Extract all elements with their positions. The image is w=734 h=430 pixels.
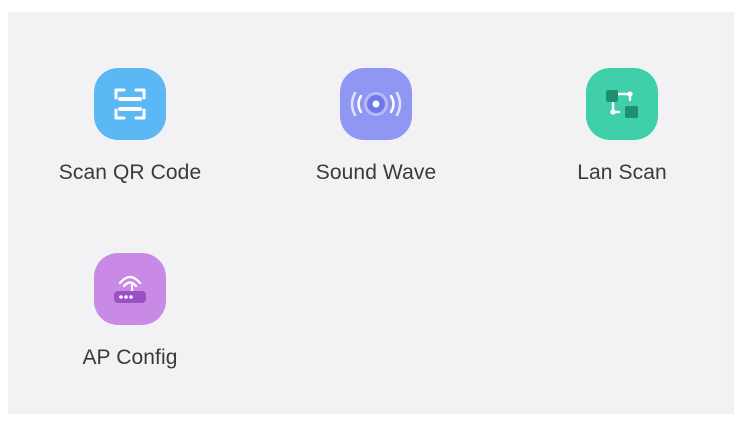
sound-wave-icon <box>340 68 412 140</box>
lan-scan-option[interactable]: Lan Scan <box>522 68 722 208</box>
pairing-method-panel: Scan QR Code Sound Wave Lan Scan AP Conf… <box>8 12 734 414</box>
sound-wave-option[interactable]: Sound Wave <box>276 68 476 208</box>
sound-wave-label: Sound Wave <box>315 161 437 184</box>
scan-qr-code-option[interactable]: Scan QR Code <box>30 68 230 208</box>
lan-scan-icon <box>586 68 658 140</box>
ap-config-option[interactable]: AP Config <box>30 253 230 393</box>
lan-scan-label: Lan Scan <box>577 161 667 184</box>
router-icon <box>94 253 166 325</box>
qr-scan-icon <box>94 68 166 140</box>
ap-config-label: AP Config <box>82 346 178 369</box>
scan-qr-code-label: Scan QR Code <box>58 161 202 184</box>
